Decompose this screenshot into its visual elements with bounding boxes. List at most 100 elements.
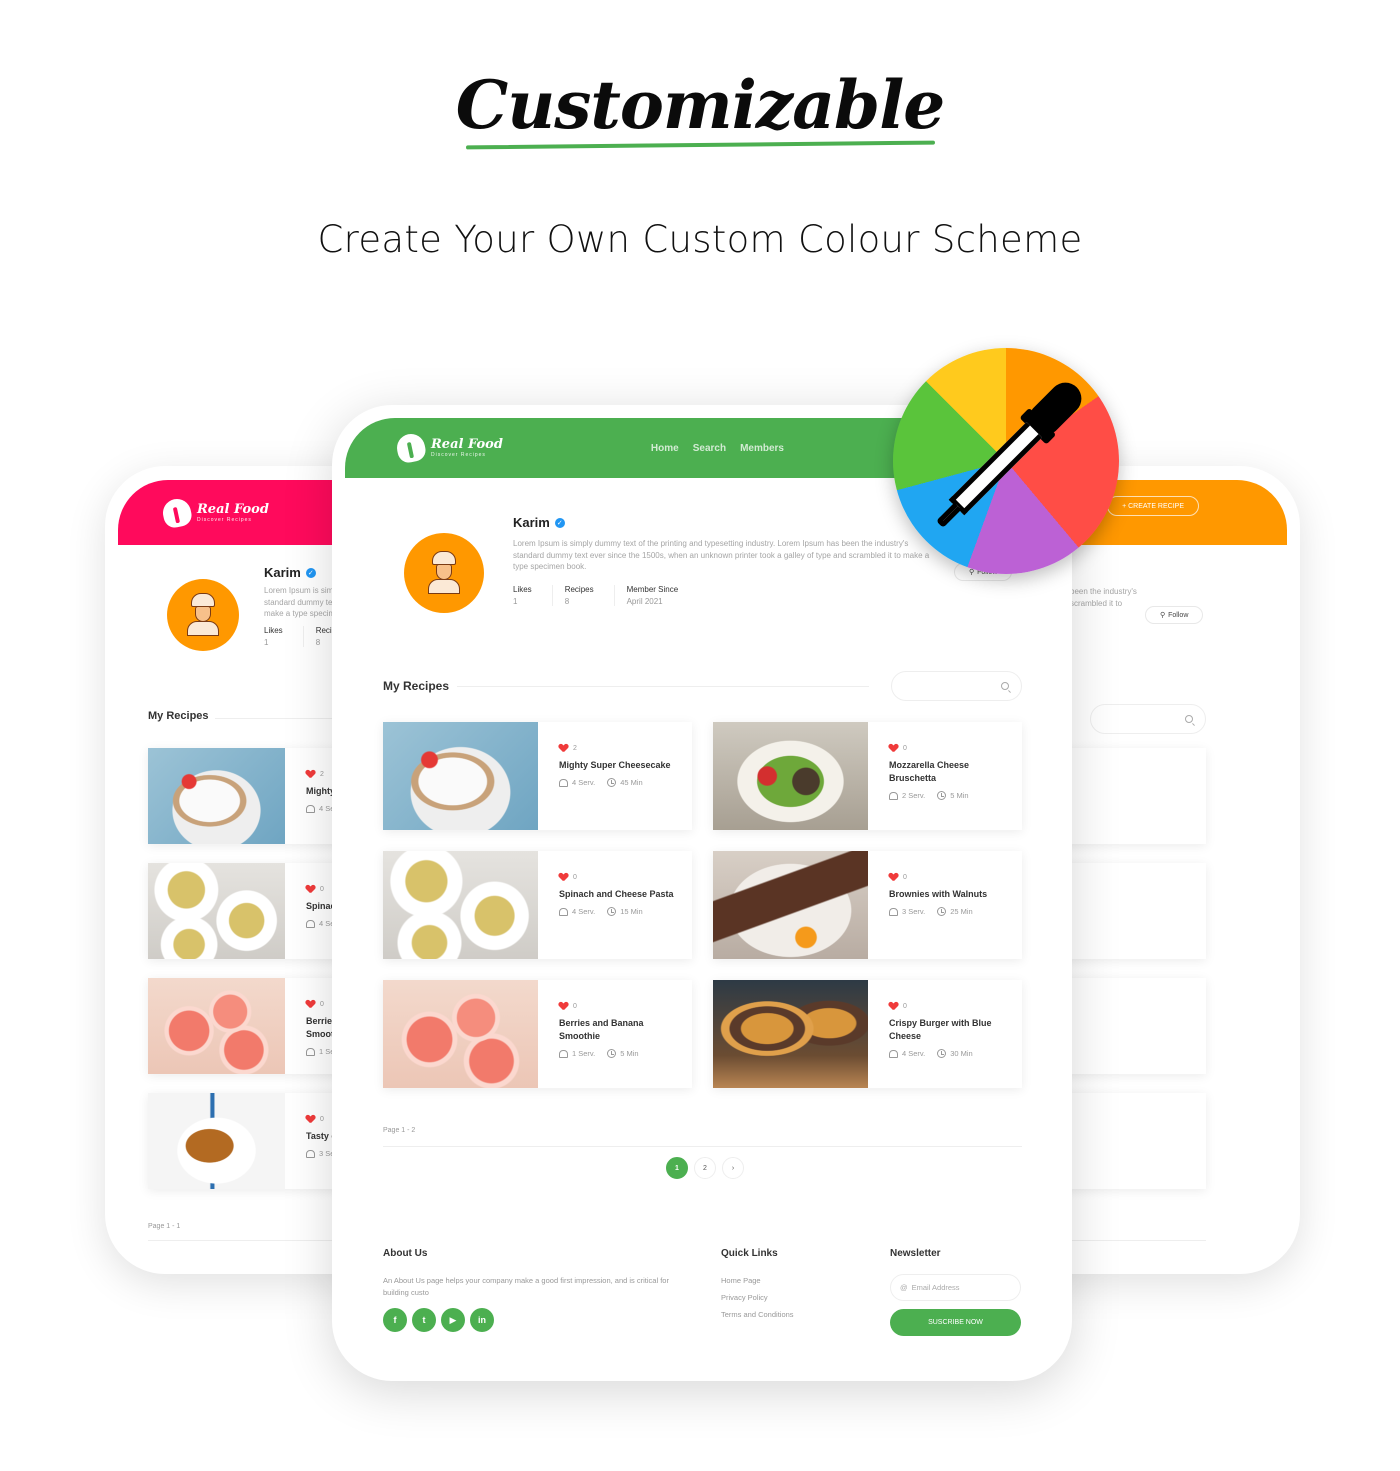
recipe-image[interactable] bbox=[148, 863, 285, 959]
footer-link-terms[interactable]: Terms and Conditions bbox=[721, 1310, 794, 1319]
search-input[interactable] bbox=[1090, 704, 1206, 734]
recipe-card[interactable]: 0 Spinach and Cheese Pasta 4 Serv. 15 Mi… bbox=[383, 851, 692, 959]
footer-links: Home Page Privacy Policy Terms and Condi… bbox=[721, 1276, 794, 1319]
servings: 2 Serv. bbox=[902, 791, 926, 800]
clock-icon bbox=[607, 778, 617, 787]
profile-name: Karim ✓ bbox=[264, 565, 316, 580]
recipe-title[interactable]: Berries and Banana Smoothie bbox=[559, 1017, 674, 1043]
users-icon bbox=[306, 919, 315, 928]
nav-search[interactable]: Search bbox=[693, 443, 726, 454]
cook-time: 5 Min bbox=[620, 1049, 639, 1058]
recipe-image[interactable] bbox=[148, 1093, 285, 1189]
users-icon bbox=[559, 778, 568, 787]
next-page-button[interactable]: › bbox=[722, 1157, 744, 1179]
like-count: 0 bbox=[573, 1002, 577, 1010]
pagination: 1 2 › bbox=[666, 1157, 744, 1179]
recipe-title[interactable]: Mighty Super Cheesecake bbox=[559, 759, 674, 772]
footer-link-home[interactable]: Home Page bbox=[721, 1276, 794, 1285]
brand-tagline: Discover Recipes bbox=[431, 452, 486, 458]
heart-icon[interactable] bbox=[559, 1002, 568, 1010]
youtube-icon[interactable]: ▶ bbox=[441, 1308, 465, 1332]
recipe-title[interactable]: Brownies with Walnuts bbox=[889, 888, 1004, 901]
logo[interactable]: Real Food Discover Recipes bbox=[394, 431, 503, 465]
follow-button[interactable]: ⚲Follow bbox=[1145, 606, 1204, 624]
follow-label: Follow bbox=[1168, 611, 1189, 619]
like-count: 0 bbox=[903, 744, 907, 752]
recipe-image[interactable] bbox=[148, 748, 285, 844]
cook-time: 30 Min bbox=[950, 1049, 973, 1058]
search-icon bbox=[1001, 682, 1009, 690]
recipe-image[interactable] bbox=[713, 851, 868, 959]
recipe-image[interactable] bbox=[713, 980, 868, 1088]
linkedin-icon[interactable]: in bbox=[470, 1308, 494, 1332]
like-count: 2 bbox=[573, 744, 577, 752]
clock-icon bbox=[607, 907, 617, 916]
recipe-image[interactable] bbox=[383, 722, 538, 830]
recipe-title[interactable]: Mozzarella Cheese Bruschetta bbox=[889, 759, 1004, 785]
page-1-button[interactable]: 1 bbox=[666, 1157, 688, 1179]
follow-icon: ⚲ bbox=[1160, 612, 1166, 619]
recipe-title[interactable]: Spinach and Cheese Pasta bbox=[559, 888, 674, 901]
recipe-title[interactable]: Crispy Burger with Blue Cheese bbox=[889, 1017, 1004, 1043]
footer-newsletter-title: Newsletter bbox=[890, 1248, 941, 1259]
recipe-card[interactable]: 0 Berries and Banana Smoothie 1 Serv. 5 … bbox=[383, 980, 692, 1088]
servings: 4 Serv. bbox=[902, 1049, 926, 1058]
search-input[interactable] bbox=[891, 671, 1022, 701]
clock-icon bbox=[937, 791, 947, 800]
cook-time: 25 Min bbox=[950, 907, 973, 916]
divider bbox=[457, 686, 869, 687]
stat-label: Member Since bbox=[626, 585, 679, 594]
subscribe-button[interactable]: SUSCRIBE NOW bbox=[890, 1309, 1021, 1336]
like-count: 0 bbox=[573, 873, 577, 881]
profile-bio: Lorem Ipsum is simply dummy text of the … bbox=[513, 539, 930, 571]
heart-icon[interactable] bbox=[889, 873, 898, 881]
recipe-image[interactable] bbox=[713, 722, 868, 830]
create-recipe-button[interactable]: + CREATE RECIPE bbox=[1107, 496, 1199, 516]
heart-icon[interactable] bbox=[889, 744, 898, 752]
chef-icon bbox=[426, 551, 462, 595]
heart-icon[interactable] bbox=[306, 1115, 315, 1123]
social-links: f t ▶ in bbox=[383, 1308, 494, 1332]
nav-members[interactable]: Members bbox=[740, 443, 784, 454]
hero-subtitle: Create Your Own Custom Colour Scheme bbox=[317, 218, 1083, 261]
at-icon: @ bbox=[900, 1283, 908, 1292]
heart-icon[interactable] bbox=[559, 873, 568, 881]
cook-time: 45 Min bbox=[620, 778, 643, 787]
heart-icon[interactable] bbox=[306, 770, 315, 778]
users-icon bbox=[559, 907, 568, 916]
nav-home[interactable]: Home bbox=[651, 443, 679, 454]
servings: 4 Serv. bbox=[572, 907, 596, 916]
twitter-icon[interactable]: t bbox=[412, 1308, 436, 1332]
recipe-card[interactable]: 2 Mighty Super Cheesecake 4 Serv. 45 Min bbox=[383, 722, 692, 830]
main-nav: Home Search Members bbox=[651, 443, 784, 454]
like-count: 0 bbox=[320, 1000, 324, 1008]
users-icon bbox=[889, 791, 898, 800]
footer-link-privacy[interactable]: Privacy Policy bbox=[721, 1293, 794, 1302]
page-2-button[interactable]: 2 bbox=[694, 1157, 716, 1179]
users-icon bbox=[306, 804, 315, 813]
recipe-image[interactable] bbox=[148, 978, 285, 1074]
heart-icon[interactable] bbox=[306, 1000, 315, 1008]
footer-about-text: An About Us page helps your company make… bbox=[383, 1276, 669, 1297]
recipe-image[interactable] bbox=[383, 980, 538, 1088]
logo[interactable]: Real Food Discover Recipes bbox=[160, 495, 269, 530]
like-count: 0 bbox=[320, 885, 324, 893]
recipe-card[interactable]: 0 Brownies with Walnuts 3 Serv. 25 Min bbox=[713, 851, 1022, 959]
brand-name: Real Food bbox=[197, 501, 269, 517]
users-icon bbox=[889, 1049, 898, 1058]
facebook-icon[interactable]: f bbox=[383, 1308, 407, 1332]
recipe-card[interactable]: 0 Crispy Burger with Blue Cheese 4 Serv.… bbox=[713, 980, 1022, 1088]
section-title: My Recipes bbox=[383, 679, 450, 693]
hero-title: Customizable bbox=[455, 66, 946, 144]
heart-icon[interactable] bbox=[559, 744, 568, 752]
email-input[interactable]: @ Email Address bbox=[890, 1274, 1021, 1301]
heart-icon[interactable] bbox=[306, 885, 315, 893]
heart-icon[interactable] bbox=[889, 1002, 898, 1010]
like-count: 0 bbox=[320, 1115, 324, 1123]
recipe-image[interactable] bbox=[383, 851, 538, 959]
chef-icon bbox=[185, 593, 221, 637]
recipe-card[interactable]: 0 Mozzarella Cheese Bruschetta 2 Serv. 5… bbox=[713, 722, 1022, 830]
page-label: Page 1 - 2 bbox=[383, 1127, 416, 1134]
stat-value: 1 bbox=[513, 597, 518, 606]
verified-icon: ✓ bbox=[554, 517, 565, 528]
